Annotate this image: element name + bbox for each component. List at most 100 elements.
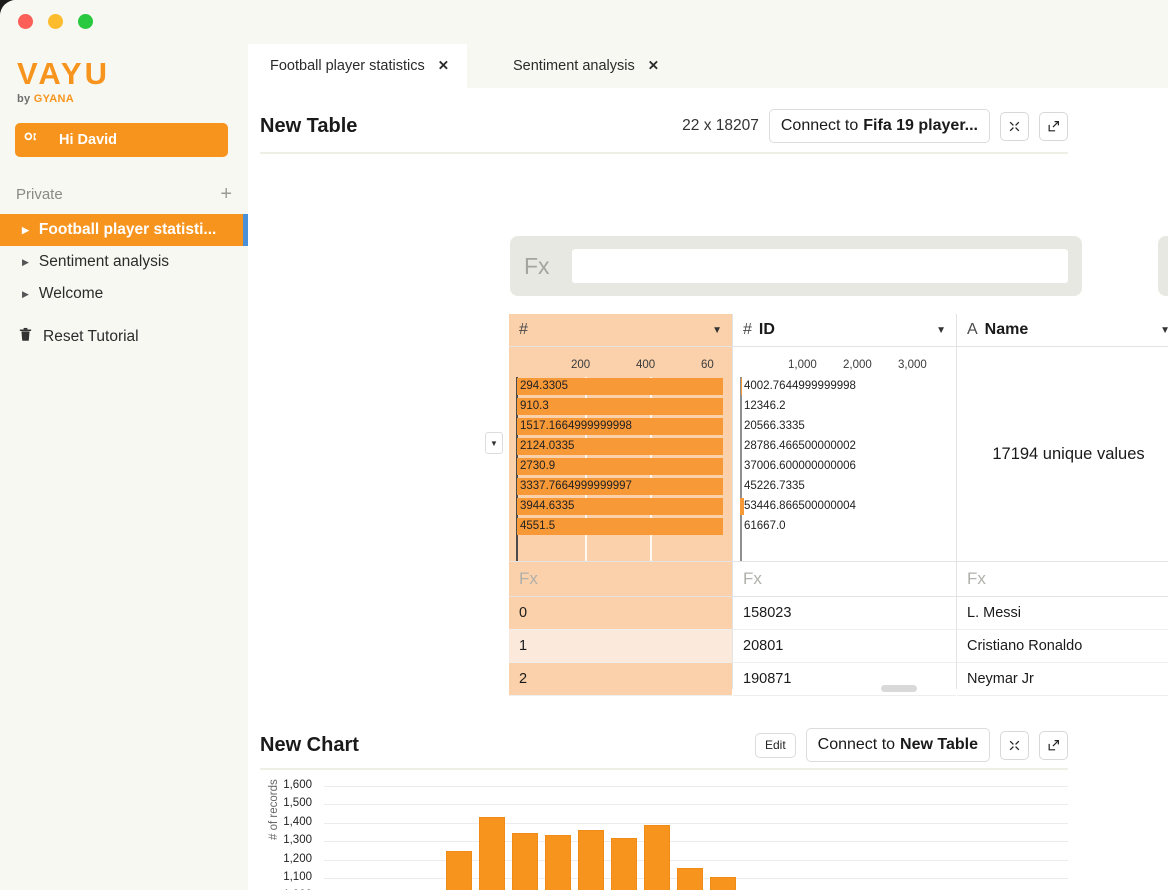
table-column-index: # ▼ 200 400 60 294.3305 910.3 xyxy=(509,314,733,689)
chart-header-divider xyxy=(260,768,1068,770)
formula-bar: Fx xyxy=(510,236,1082,296)
chart-bar[interactable] xyxy=(578,830,604,890)
chevron-down-icon[interactable]: ▼ xyxy=(936,325,946,336)
connect-prefix-label: Connect to xyxy=(818,736,895,754)
data-table: # ▼ 200 400 60 294.3305 910.3 xyxy=(509,314,1168,689)
histogram-bin-label: 4551.5 xyxy=(520,518,555,535)
header-divider xyxy=(260,152,1068,154)
column-formula-cell[interactable]: Fx xyxy=(509,562,732,597)
chart-bar[interactable] xyxy=(545,835,571,890)
chart-y-tick: 1,200 xyxy=(266,853,312,865)
main-area: Football player statistics ✕ Sentiment a… xyxy=(248,44,1168,890)
column-formula-cell[interactable]: Fx xyxy=(957,562,1168,597)
add-project-button[interactable]: + xyxy=(220,184,232,204)
close-icon[interactable]: ✕ xyxy=(438,58,449,74)
column-formula-cell[interactable]: Fx xyxy=(733,562,956,597)
maximize-window-button[interactable] xyxy=(78,14,93,29)
private-section-label: Private xyxy=(16,186,63,203)
reset-tutorial-button[interactable]: Reset Tutorial xyxy=(18,326,139,347)
chart-bar[interactable] xyxy=(677,868,703,890)
chart-panel-header: New Chart Edit Connect to New Table xyxy=(260,728,1068,762)
chart-bar[interactable] xyxy=(512,833,538,890)
table-row-scroll-button[interactable]: ▼ xyxy=(485,432,503,454)
table-cell[interactable]: 158023 xyxy=(733,597,956,630)
chart-bar[interactable] xyxy=(446,851,472,890)
close-window-button[interactable] xyxy=(18,14,33,29)
logo-byline: by GYANA xyxy=(17,93,110,105)
chevron-down-icon[interactable]: ▼ xyxy=(1160,325,1168,336)
tab-label: Football player statistics xyxy=(270,58,425,74)
app-logo: VAYU by GYANA xyxy=(17,58,110,105)
close-icon[interactable]: ✕ xyxy=(648,58,659,74)
logo-brand-text: GYANA xyxy=(34,93,74,105)
histogram-bin-label: 61667.0 xyxy=(744,518,786,535)
open-external-icon[interactable] xyxy=(1039,731,1068,760)
sidebar: VAYU by GYANA Hi David Private + ▶ xyxy=(0,44,248,890)
app-window: VAYU by GYANA Hi David Private + ▶ xyxy=(0,0,1168,890)
open-external-icon[interactable] xyxy=(1039,112,1068,141)
column-type-icon: # xyxy=(519,321,528,339)
table-cell[interactable]: L. Messi xyxy=(957,597,1168,630)
column-type-icon: # xyxy=(743,321,752,339)
connect-target-label: Fifa 19 player... xyxy=(863,117,978,135)
table-column-name: A Name ▼ 17194 unique values Fx L. Messi… xyxy=(957,314,1168,689)
chevron-right-icon: ▶ xyxy=(22,289,29,300)
table-column-id: # ID ▼ 1,000 2,000 3,000 4002.7644999999… xyxy=(733,314,957,689)
chart-panel-actions: Edit Connect to New Table xyxy=(755,728,1068,762)
sidebar-item-label: Football player statisti... xyxy=(39,221,216,239)
chart-bar[interactable] xyxy=(479,817,505,890)
tab-sentiment-analysis[interactable]: Sentiment analysis ✕ xyxy=(491,44,677,88)
column-name-label: ID xyxy=(759,321,775,339)
axis-tick: 60 xyxy=(701,359,714,371)
histogram-bin-label: 910.3 xyxy=(520,398,549,415)
user-account-button[interactable]: Hi David xyxy=(15,123,228,157)
axis-tick: 1,000 xyxy=(788,359,817,371)
column-histogram: 200 400 60 294.3305 910.3 1517.166499999… xyxy=(509,347,732,562)
chart-y-tick: 1,400 xyxy=(266,816,312,828)
chart-bar[interactable] xyxy=(611,838,637,890)
chart-y-tick: 1,500 xyxy=(266,797,312,809)
histogram-bin-label: 12346.2 xyxy=(744,398,786,415)
minimize-window-button[interactable] xyxy=(48,14,63,29)
histogram-bin-label: 3337.7664999999997 xyxy=(520,478,632,495)
table-dimensions-label: 22 x 18207 xyxy=(682,117,759,135)
edit-chart-button[interactable]: Edit xyxy=(755,733,796,758)
chevron-down-icon[interactable]: ▼ xyxy=(712,325,722,336)
formula-input[interactable] xyxy=(572,249,1068,283)
formula-label: Fx xyxy=(524,253,572,280)
chevron-right-icon: ▶ xyxy=(22,257,29,268)
column-type-icon: A xyxy=(967,321,978,339)
page-title: New Table xyxy=(260,115,357,138)
sidebar-item-welcome[interactable]: ▶ Welcome xyxy=(0,278,248,310)
connect-chart-source-button[interactable]: Connect to New Table xyxy=(806,728,990,762)
sidebar-nav: ▶ Football player statisti... ▶ Sentimen… xyxy=(0,214,248,310)
histogram-bin-label: 20566.3335 xyxy=(744,418,805,435)
histogram-bin-label: 53446.866500000004 xyxy=(744,498,856,515)
histogram-bin-label: 28786.466500000002 xyxy=(744,438,856,455)
column-header[interactable]: # ▼ xyxy=(509,314,732,347)
sidebar-item-sentiment-analysis[interactable]: ▶ Sentiment analysis xyxy=(0,246,248,278)
reset-tutorial-label: Reset Tutorial xyxy=(43,328,139,346)
chart-panel: New Chart Edit Connect to New Table xyxy=(248,684,1168,890)
histogram-bin-label: 4002.7644999999998 xyxy=(744,378,856,395)
table-cell[interactable]: 0 xyxy=(509,597,732,630)
bar-chart: # of records 1,6001,5001,4001,3001,2001,… xyxy=(260,780,1068,890)
collapse-icon[interactable] xyxy=(1000,112,1029,141)
histogram-bin-label: 294.3305 xyxy=(520,378,568,395)
chart-bar[interactable] xyxy=(710,877,736,890)
collapse-icon[interactable] xyxy=(1000,731,1029,760)
table-cell[interactable]: 20801 xyxy=(733,630,956,663)
column-header[interactable]: # ID ▼ xyxy=(733,314,956,347)
axis-tick: 400 xyxy=(636,359,655,371)
tab-football-player-statistics[interactable]: Football player statistics ✕ xyxy=(248,44,467,88)
axis-tick: 3,000 xyxy=(898,359,927,371)
column-header[interactable]: A Name ▼ xyxy=(957,314,1168,347)
histogram-bin-label: 1517.1664999999998 xyxy=(520,418,632,435)
chart-bar[interactable] xyxy=(644,825,670,890)
sidebar-item-label: Sentiment analysis xyxy=(39,253,169,271)
sidebar-item-football-player-statistics[interactable]: ▶ Football player statisti... xyxy=(0,214,248,246)
table-cell[interactable]: Cristiano Ronaldo xyxy=(957,630,1168,663)
connect-to-source-button[interactable]: Connect to Fifa 19 player... xyxy=(769,109,990,143)
table-cell[interactable]: 1 xyxy=(509,630,732,663)
connect-target-label: New Table xyxy=(900,736,978,754)
